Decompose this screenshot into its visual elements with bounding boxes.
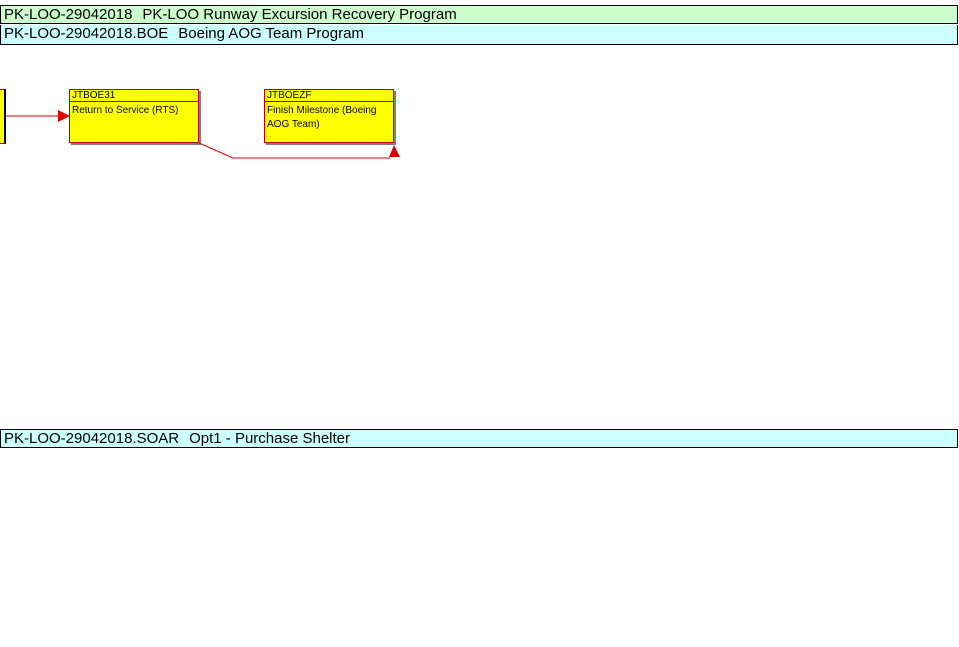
project-code: PK-LOO-29042018 xyxy=(4,6,133,23)
project-name: PK-LOO Runway Excursion Recovery Program xyxy=(142,6,457,23)
predecessor-activity-box[interactable] xyxy=(0,89,6,144)
activity-id: JTBOEZF xyxy=(265,90,393,102)
activity-box-jtboe31[interactable]: JTBOE31 Return to Service (RTS) xyxy=(69,89,199,143)
relationship-line xyxy=(198,142,390,159)
relationship-jtboe31-to-jtboezf[interactable] xyxy=(198,142,400,159)
wbs-name: Boeing AOG Team Program xyxy=(178,25,364,42)
wbs-code: PK-LOO-29042018.SOAR xyxy=(4,430,180,447)
arrowhead-icon xyxy=(389,145,400,157)
wbs-code: PK-LOO-29042018.BOE xyxy=(4,25,169,42)
project-band[interactable]: PK-LOO-29042018 PK-LOO Runway Excursion R… xyxy=(0,5,958,24)
activity-name: Return to Service (RTS) xyxy=(72,105,179,116)
wbs-name: Opt1 - Purchase Shelter xyxy=(189,430,351,447)
wbs-band-soar[interactable]: PK-LOO-29042018.SOAR Opt1 - Purchase Shel… xyxy=(0,429,958,448)
relationship-predecessor-to-jtboe31[interactable] xyxy=(6,110,70,122)
activity-id: JTBOE31 xyxy=(70,90,198,102)
activity-box-jtboezf[interactable]: JTBOEZF Finish Milestone (Boeing AOG Tea… xyxy=(264,89,394,143)
wbs-band-boe[interactable]: PK-LOO-29042018.BOE Boeing AOG Team Progr… xyxy=(0,25,958,45)
activity-name: Finish Milestone (Boeing AOG Team) xyxy=(267,105,377,130)
